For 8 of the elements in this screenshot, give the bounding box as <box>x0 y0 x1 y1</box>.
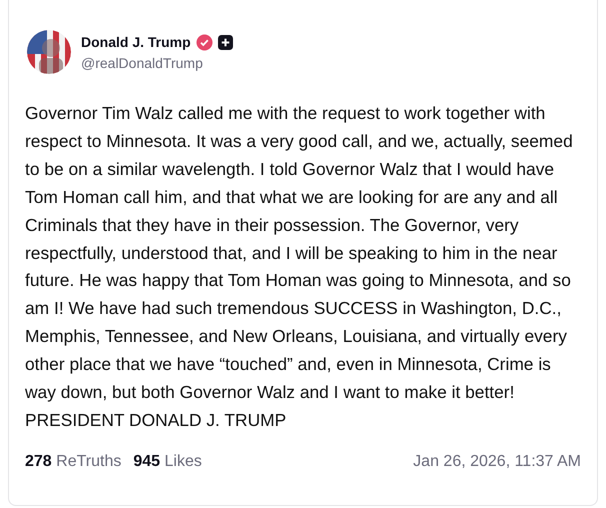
stat-count[interactable]: 945 Likes <box>133 452 202 471</box>
stat-count[interactable]: 278 ReTruths <box>25 452 122 471</box>
plus-icon[interactable] <box>218 34 233 50</box>
author-name[interactable]: Donald J. Trump <box>81 34 191 50</box>
author-handle[interactable]: @realDonaldTrump <box>81 54 233 70</box>
post-timestamp: Jan 26, 2026, 11:37 AM <box>413 452 581 471</box>
post-text: Governor Tim Walz called me with the request to work together with respect to Minnesota. It was a very good call, and we, actually, seemed to be on a similar wavelength. I told Governor Walz that I would have Tom Homan call him, and that what we are looking for are any and all Criminals that they have in their possession. The Governor, very respectfully, understood that, and I will be speaking to him in the near future. He was happy that Tom Homan was going to Minnesota, and so am I! We have had such tremendous SUCCESS in Washington, D.C., Memphis, Tennessee, and New Orleans, Louisiana, and virtually every other place that we have “touched” and, even in Minnesota, Crime is way down, but both Governor Walz and I want to make it better! PRESIDENT DONALD J. TRUMP <box>25 102 574 432</box>
avatar[interactable] <box>27 30 71 74</box>
